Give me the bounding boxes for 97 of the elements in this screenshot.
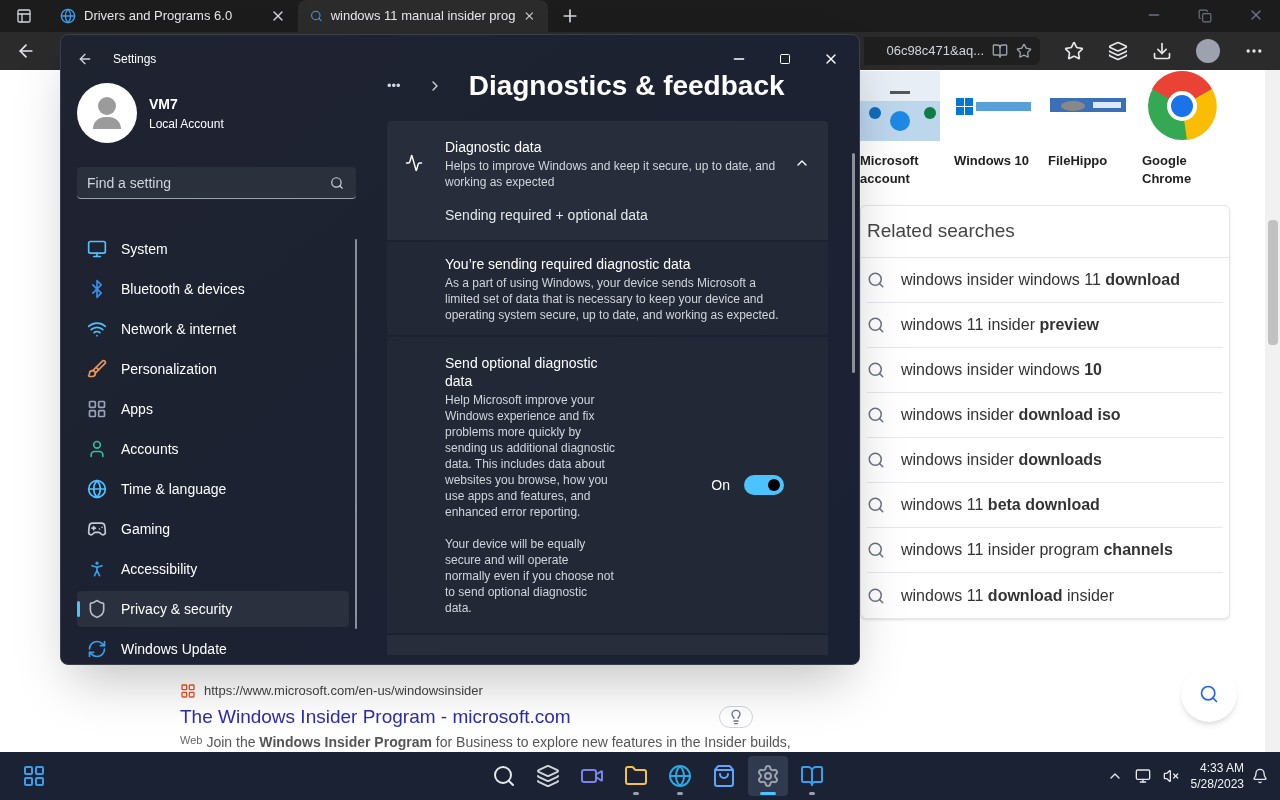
image-caption[interactable]: Windows 10 [954, 152, 1036, 170]
setting-title: Send optional diagnostic data [445, 354, 599, 390]
nav-item[interactable]: Windows Update [77, 631, 349, 664]
toggle-state: On [711, 475, 730, 495]
search-icon [867, 586, 885, 605]
favorite-icon[interactable] [1016, 43, 1032, 59]
activity-icon [405, 154, 423, 172]
window-title: Settings [113, 51, 157, 68]
wifi-icon [87, 319, 107, 339]
setting-note: Your device will be equally secure and will operate normally even if you choose not to send optional diagnostic data. [445, 536, 615, 616]
search-icon [867, 451, 885, 469]
result-url: https://www.microsoft.com/en-us/windowsinsider [204, 682, 483, 701]
address-bar[interactable]: 06c98c471&aq... [864, 37, 1040, 65]
nav-item[interactable]: Personalization [77, 351, 349, 387]
folder-icon [624, 764, 648, 788]
search-icon [310, 8, 323, 24]
settings-icon [756, 764, 780, 788]
notification-icon[interactable] [1252, 768, 1268, 784]
brush-icon [87, 359, 107, 379]
restore-icon[interactable] [1198, 9, 1212, 23]
scrollbar-thumb[interactable] [1267, 220, 1278, 345]
nav-item[interactable]: Gaming [77, 511, 349, 547]
setting-description: Helps to improve Windows and keep it secure, up to date, and working as expected [445, 157, 777, 190]
monitor-icon [87, 239, 107, 259]
maximize-icon[interactable] [779, 53, 791, 65]
page-title: Diagnostics & feedback [468, 69, 785, 103]
related-search-item[interactable]: windows 11 insider program channels [867, 528, 1223, 573]
search-icon [867, 361, 885, 379]
user-name: VM7 [149, 94, 179, 114]
network-icon[interactable] [1134, 768, 1151, 784]
browser-tab[interactable]: Drivers and Programs 6.0 [48, 0, 298, 32]
settings-taskbar-button[interactable] [748, 756, 788, 796]
nav-item[interactable]: Accessibility [77, 551, 349, 587]
diagnostic-data-expander[interactable]: Diagnostic data Helps to improve Windows and keep it secure, up to date, and working as expected Sending required + optional data [387, 121, 828, 240]
search-icon [867, 496, 885, 514]
person-icon [87, 439, 107, 459]
toggle-switch[interactable] [744, 475, 784, 495]
image-caption[interactable]: Microsoft account [860, 152, 942, 188]
nav-item[interactable]: System [77, 231, 349, 267]
nav-item[interactable]: Network & internet [77, 311, 349, 347]
search-icon [867, 406, 885, 424]
read-aloud-icon[interactable] [992, 43, 1008, 59]
widgets-icon [22, 764, 46, 788]
search-fab[interactable] [1181, 666, 1237, 722]
web-label: Web [180, 733, 203, 748]
clock[interactable]: 4:33 AM 5/28/2023 [1190, 760, 1244, 792]
result-title-link[interactable]: The Windows Insider Program - microsoft.com [180, 702, 571, 732]
search-icon [492, 764, 516, 788]
apps-grid-icon [87, 399, 107, 419]
related-search-item[interactable]: windows insider downloads [867, 438, 1223, 483]
result-snippet: Join the Windows Insider Program for Business to explore new features in the Insider builds, [206, 733, 791, 750]
search-icon [1199, 684, 1219, 704]
related-search-item[interactable]: windows 11 download insider [867, 573, 1223, 618]
app-icon [800, 764, 824, 788]
image-caption[interactable]: Google Chrome [1142, 152, 1224, 188]
image-caption[interactable]: FileHippo [1048, 152, 1130, 170]
tab-actions-icon[interactable] [16, 8, 32, 24]
collections-icon[interactable] [1108, 41, 1128, 61]
related-search-item[interactable]: windows 11 insider preview [867, 303, 1223, 348]
related-search-item[interactable]: windows insider windows 11 download [867, 258, 1223, 303]
search-field[interactable]: Find a setting [77, 167, 356, 199]
site-icon [180, 683, 196, 699]
search-icon [867, 316, 885, 334]
search-icon [867, 541, 885, 559]
browser-tab[interactable]: windows 11 manual insider prog [298, 0, 548, 32]
nav-item[interactable]: Time & language [77, 471, 349, 507]
account-type: Local Account [149, 115, 224, 133]
nav-item[interactable]: Privacy & security [77, 591, 349, 627]
profile-avatar[interactable] [1196, 39, 1220, 63]
setting-title: You’re sending required diagnostic data [445, 255, 692, 274]
search-icon [330, 176, 344, 190]
setting-description: As a part of using Windows, your device sends Microsoft a limited set of data that is necessary to keep your device and operating system secure, up to date, and working as expected. [445, 275, 780, 323]
more-breadcrumb-button[interactable]: ••• [387, 76, 401, 96]
task-view-icon [536, 764, 560, 788]
browser-icon [668, 764, 692, 788]
section-title: Related searches [861, 206, 1229, 258]
download-icon[interactable] [1152, 41, 1172, 61]
mute-icon[interactable] [1162, 768, 1179, 784]
store-icon [712, 764, 736, 788]
related-search-item[interactable]: windows 11 beta download [867, 483, 1223, 528]
related-search-item[interactable]: windows insider download iso [867, 393, 1223, 438]
nav-item[interactable]: Accounts [77, 431, 349, 467]
nav-item[interactable]: Apps [77, 391, 349, 427]
setting-description: Help Microsoft improve your Windows experience and fix problems more quickly by sending us additional diagnostic data. This includes data about websites you browse, how you use apps and features, and enhanced error reporting. [445, 392, 617, 520]
globe-icon [60, 8, 76, 24]
shield-icon [87, 599, 107, 619]
setting-title: Diagnostic data [445, 137, 543, 157]
favorites-icon[interactable] [1064, 41, 1084, 61]
diagnostic-status: Sending required + optional data [444, 206, 649, 225]
gamepad-icon [87, 519, 107, 539]
related-search-item[interactable]: windows insider windows 10 [867, 348, 1223, 393]
update-icon [87, 639, 107, 659]
nav-item[interactable]: Bluetooth & devices [77, 271, 349, 307]
back-icon[interactable] [77, 51, 93, 67]
search-icon [867, 271, 885, 289]
user-avatar [77, 83, 137, 143]
globe-icon [87, 479, 107, 499]
